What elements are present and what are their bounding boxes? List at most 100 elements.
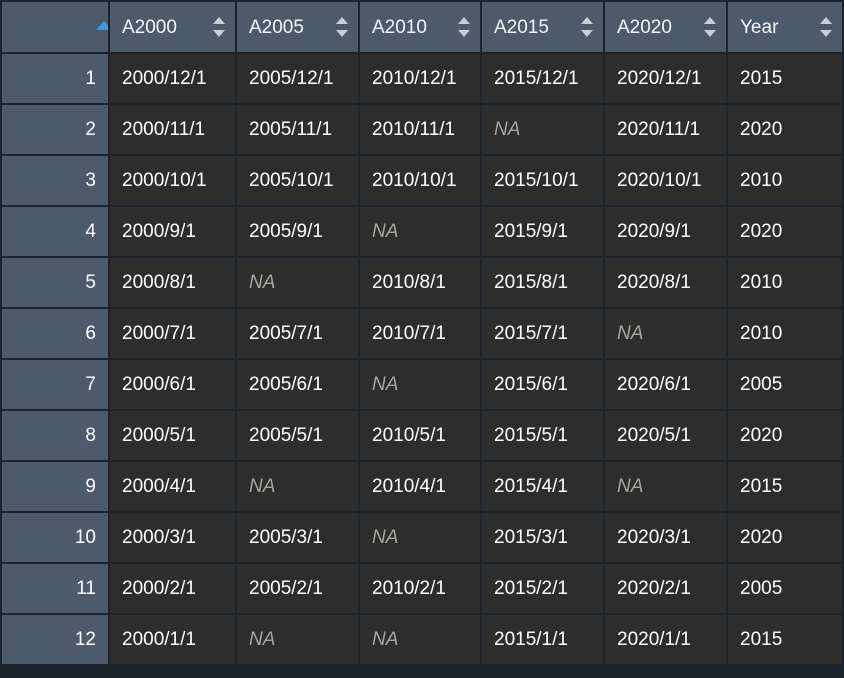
- cell-a2000[interactable]: 2000/7/1: [110, 309, 237, 360]
- cell-a2015[interactable]: 2015/9/1: [482, 207, 605, 258]
- cell-year[interactable]: 2005: [728, 564, 844, 615]
- cell-a2020[interactable]: 2020/2/1: [605, 564, 728, 615]
- cell-a2015[interactable]: 2015/10/1: [482, 156, 605, 207]
- cell-a2000[interactable]: 2000/3/1: [110, 513, 237, 564]
- cell-year[interactable]: 2005: [728, 360, 844, 411]
- column-header-a2005[interactable]: A2005: [237, 0, 360, 54]
- row-number-cell[interactable]: 12: [0, 615, 110, 666]
- table-row[interactable]: 11 2000/2/1 2005/2/1 2010/2/1 2015/2/1 2020/2…: [0, 564, 844, 615]
- table-row[interactable]: 10 2000/3/1 2005/3/1 NA 2015/3/1 2020/3/1 2020: [0, 513, 844, 564]
- cell-a2005[interactable]: 2005/6/1: [237, 360, 360, 411]
- cell-year[interactable]: 2010: [728, 309, 844, 360]
- cell-a2015[interactable]: 2015/8/1: [482, 258, 605, 309]
- sort-toggle-icon[interactable]: [458, 16, 470, 38]
- table-row[interactable]: 12 2000/1/1 NA NA 2015/1/1 2020/1/1 2015: [0, 615, 844, 666]
- row-number-cell[interactable]: 7: [0, 360, 110, 411]
- column-header-a2000[interactable]: A2000: [110, 0, 237, 54]
- cell-na[interactable]: NA: [360, 615, 482, 666]
- cell-a2000[interactable]: 2000/10/1: [110, 156, 237, 207]
- cell-year[interactable]: 2015: [728, 462, 844, 513]
- cell-year[interactable]: 2010: [728, 156, 844, 207]
- table-row[interactable]: 3 2000/10/1 2005/10/1 2010/10/1 2015/10/1 202…: [0, 156, 844, 207]
- cell-na[interactable]: NA: [605, 309, 728, 360]
- cell-a2010[interactable]: 2010/8/1: [360, 258, 482, 309]
- row-number-cell[interactable]: 8: [0, 411, 110, 462]
- sort-ascending-icon[interactable]: [96, 21, 108, 33]
- cell-a2000[interactable]: 2000/6/1: [110, 360, 237, 411]
- cell-na[interactable]: NA: [360, 513, 482, 564]
- cell-a2015[interactable]: 2015/6/1: [482, 360, 605, 411]
- cell-na[interactable]: NA: [237, 462, 360, 513]
- cell-a2010[interactable]: 2010/11/1: [360, 105, 482, 156]
- cell-a2005[interactable]: 2005/3/1: [237, 513, 360, 564]
- cell-a2015[interactable]: 2015/2/1: [482, 564, 605, 615]
- table-row[interactable]: 1 2000/12/1 2005/12/1 2010/12/1 2015/12/1 202…: [0, 54, 844, 105]
- sort-toggle-icon[interactable]: [820, 16, 832, 38]
- cell-year[interactable]: 2020: [728, 105, 844, 156]
- cell-a2010[interactable]: 2010/4/1: [360, 462, 482, 513]
- row-number-cell[interactable]: 11: [0, 564, 110, 615]
- cell-a2000[interactable]: 2000/9/1: [110, 207, 237, 258]
- cell-a2000[interactable]: 2000/5/1: [110, 411, 237, 462]
- cell-a2000[interactable]: 2000/2/1: [110, 564, 237, 615]
- row-number-cell[interactable]: 9: [0, 462, 110, 513]
- cell-a2010[interactable]: 2010/10/1: [360, 156, 482, 207]
- cell-a2020[interactable]: 2020/10/1: [605, 156, 728, 207]
- cell-a2005[interactable]: 2005/7/1: [237, 309, 360, 360]
- column-header-year[interactable]: Year: [728, 0, 844, 54]
- cell-year[interactable]: 2015: [728, 54, 844, 105]
- cell-a2000[interactable]: 2000/12/1: [110, 54, 237, 105]
- cell-a2005[interactable]: 2005/2/1: [237, 564, 360, 615]
- cell-a2015[interactable]: 2015/1/1: [482, 615, 605, 666]
- cell-year[interactable]: 2020: [728, 207, 844, 258]
- row-number-cell[interactable]: 6: [0, 309, 110, 360]
- cell-a2020[interactable]: 2020/6/1: [605, 360, 728, 411]
- sort-toggle-icon[interactable]: [336, 16, 348, 38]
- table-row[interactable]: 8 2000/5/1 2005/5/1 2010/5/1 2015/5/1 2020/5/…: [0, 411, 844, 462]
- sort-toggle-icon[interactable]: [704, 16, 716, 38]
- cell-a2005[interactable]: 2005/12/1: [237, 54, 360, 105]
- cell-a2015[interactable]: 2015/4/1: [482, 462, 605, 513]
- sort-toggle-icon[interactable]: [581, 16, 593, 38]
- cell-a2000[interactable]: 2000/11/1: [110, 105, 237, 156]
- cell-year[interactable]: 2020: [728, 513, 844, 564]
- cell-a2010[interactable]: 2010/7/1: [360, 309, 482, 360]
- cell-a2010[interactable]: 2010/5/1: [360, 411, 482, 462]
- cell-a2005[interactable]: 2005/9/1: [237, 207, 360, 258]
- cell-a2020[interactable]: 2020/1/1: [605, 615, 728, 666]
- cell-a2020[interactable]: 2020/11/1: [605, 105, 728, 156]
- column-header-a2010[interactable]: A2010: [360, 0, 482, 54]
- column-header-a2015[interactable]: A2015: [482, 0, 605, 54]
- cell-year[interactable]: 2015: [728, 615, 844, 666]
- column-header-rownum[interactable]: [0, 0, 110, 54]
- cell-a2000[interactable]: 2000/4/1: [110, 462, 237, 513]
- row-number-cell[interactable]: 10: [0, 513, 110, 564]
- sort-toggle-icon[interactable]: [213, 16, 225, 38]
- cell-na[interactable]: NA: [482, 105, 605, 156]
- table-row[interactable]: 2 2000/11/1 2005/11/1 2010/11/1 NA 2020/11/1 2…: [0, 105, 844, 156]
- cell-year[interactable]: 2020: [728, 411, 844, 462]
- cell-a2020[interactable]: 2020/3/1: [605, 513, 728, 564]
- row-number-cell[interactable]: 3: [0, 156, 110, 207]
- cell-a2015[interactable]: 2015/3/1: [482, 513, 605, 564]
- cell-a2020[interactable]: 2020/12/1: [605, 54, 728, 105]
- cell-na[interactable]: NA: [237, 258, 360, 309]
- cell-a2020[interactable]: 2020/9/1: [605, 207, 728, 258]
- cell-a2005[interactable]: 2005/5/1: [237, 411, 360, 462]
- cell-na[interactable]: NA: [360, 360, 482, 411]
- column-header-a2020[interactable]: A2020: [605, 0, 728, 54]
- cell-a2005[interactable]: 2005/11/1: [237, 105, 360, 156]
- cell-a2010[interactable]: 2010/2/1: [360, 564, 482, 615]
- table-row[interactable]: 9 2000/4/1 NA 2010/4/1 2015/4/1 NA 2015: [0, 462, 844, 513]
- cell-a2000[interactable]: 2000/8/1: [110, 258, 237, 309]
- row-number-cell[interactable]: 5: [0, 258, 110, 309]
- cell-a2015[interactable]: 2015/7/1: [482, 309, 605, 360]
- cell-a2010[interactable]: 2010/12/1: [360, 54, 482, 105]
- row-number-cell[interactable]: 1: [0, 54, 110, 105]
- cell-a2015[interactable]: 2015/12/1: [482, 54, 605, 105]
- cell-a2000[interactable]: 2000/1/1: [110, 615, 237, 666]
- cell-a2020[interactable]: 2020/8/1: [605, 258, 728, 309]
- table-row[interactable]: 5 2000/8/1 NA 2010/8/1 2015/8/1 2020/8/1 2010: [0, 258, 844, 309]
- cell-na[interactable]: NA: [605, 462, 728, 513]
- cell-year[interactable]: 2010: [728, 258, 844, 309]
